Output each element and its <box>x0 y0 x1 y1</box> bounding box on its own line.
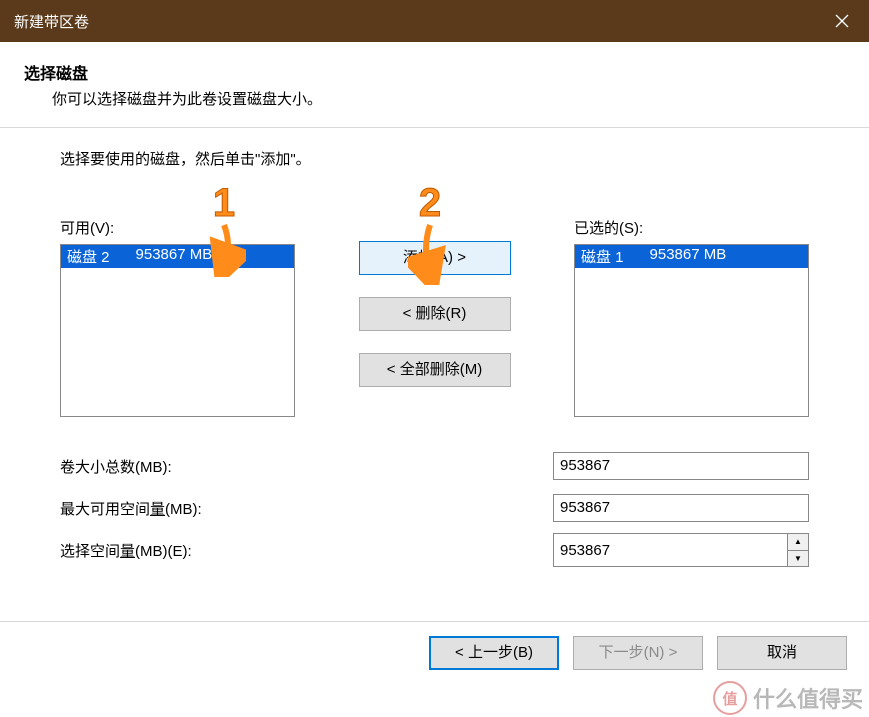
selected-label: 已选的(S): <box>574 217 809 238</box>
select-space-spinner[interactable]: ▲ ▼ <box>553 533 809 567</box>
total-size-label: 卷大小总数(MB): <box>60 456 553 477</box>
spinner-down[interactable]: ▼ <box>788 550 808 567</box>
wizard-footer: < 上一步(B) 下一步(N) > 取消 <box>0 622 869 670</box>
max-space-label: 最大可用空间量(MB): <box>60 498 553 519</box>
transfer-buttons: 添加(A) > < 删除(R) < 全部删除(M) <box>295 217 574 387</box>
total-size-value: 953867 <box>553 452 809 480</box>
max-space-value: 953867 <box>553 494 809 522</box>
back-button[interactable]: < 上一步(B) <box>429 636 559 670</box>
size-fields: 卷大小总数(MB): 953867 最大可用空间量(MB): 953867 选择… <box>60 449 809 567</box>
page-title: 选择磁盘 <box>24 60 845 84</box>
wizard-content: 选择要使用的磁盘，然后单击"添加"。 可用(V): 磁盘 2953867 MB … <box>0 128 869 577</box>
window-title: 新建带区卷 <box>14 11 89 32</box>
next-button: 下一步(N) > <box>573 636 703 670</box>
cancel-button[interactable]: 取消 <box>717 636 847 670</box>
page-subtitle: 你可以选择磁盘并为此卷设置磁盘大小。 <box>52 88 845 109</box>
available-listbox[interactable]: 磁盘 2953867 MB <box>60 244 295 417</box>
watermark-logo: 值 <box>713 681 747 715</box>
watermark-text: 什么值得买 <box>753 682 863 714</box>
list-item[interactable]: 磁盘 2953867 MB <box>61 245 294 268</box>
close-button[interactable] <box>815 0 869 42</box>
watermark: 值 什么值得买 <box>713 679 869 717</box>
available-column: 可用(V): 磁盘 2953867 MB <box>60 217 295 417</box>
selected-column: 已选的(S): 磁盘 1953867 MB <box>574 217 809 417</box>
select-space-input[interactable] <box>553 533 787 567</box>
add-button[interactable]: 添加(A) > <box>359 241 511 275</box>
wizard-header: 选择磁盘 你可以选择磁盘并为此卷设置磁盘大小。 <box>0 42 869 127</box>
spinner-up[interactable]: ▲ <box>788 534 808 550</box>
instruction-text: 选择要使用的磁盘，然后单击"添加"。 <box>60 148 809 169</box>
list-item[interactable]: 磁盘 1953867 MB <box>575 245 808 268</box>
remove-button[interactable]: < 删除(R) <box>359 297 511 331</box>
select-space-label: 选择空间量(MB)(E): <box>60 540 553 561</box>
available-label: 可用(V): <box>60 217 295 238</box>
close-icon <box>835 14 849 28</box>
selected-listbox[interactable]: 磁盘 1953867 MB <box>574 244 809 417</box>
remove-all-button[interactable]: < 全部删除(M) <box>359 353 511 387</box>
titlebar: 新建带区卷 <box>0 0 869 42</box>
